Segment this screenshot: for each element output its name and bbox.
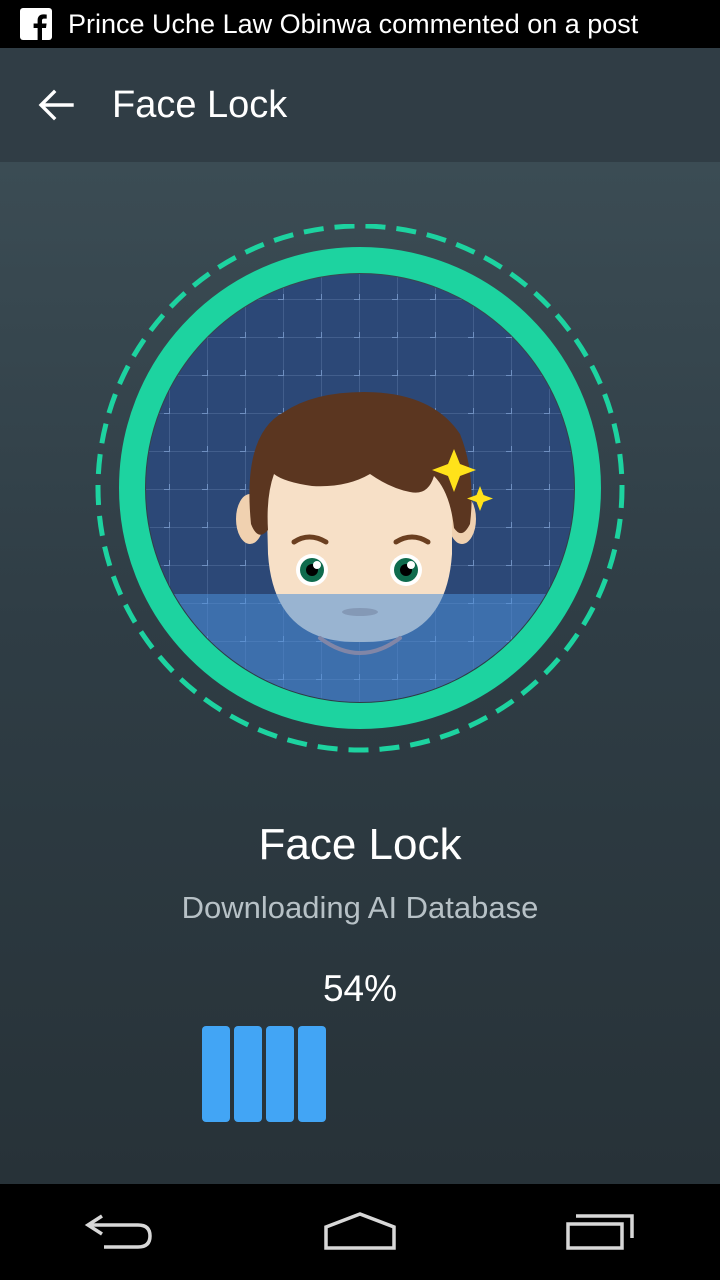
app-bar: Face Lock bbox=[0, 48, 720, 162]
main-content: Face Lock Downloading AI Database 54% bbox=[0, 162, 720, 1184]
facebook-icon bbox=[20, 8, 52, 40]
progress-segment bbox=[266, 1026, 294, 1122]
nav-back-icon[interactable] bbox=[65, 1202, 175, 1262]
progress-percent: 54% bbox=[322, 968, 398, 1009]
app-bar-title: Face Lock bbox=[112, 83, 288, 126]
notification-text: Prince Uche Law Obinwa commented on a po… bbox=[68, 8, 639, 39]
status-subtitle: Downloading AI Database bbox=[181, 890, 539, 925]
progress-segment bbox=[298, 1026, 326, 1122]
nav-recents-icon[interactable] bbox=[545, 1202, 655, 1262]
nav-home-icon[interactable] bbox=[305, 1202, 415, 1262]
progress-segment bbox=[234, 1026, 262, 1122]
status-bar: Prince Uche Law Obinwa commented on a po… bbox=[0, 0, 720, 48]
back-arrow-icon[interactable] bbox=[36, 85, 76, 125]
face-scan-illustration bbox=[94, 223, 626, 756]
page-title: Face Lock bbox=[258, 820, 462, 869]
progress-segment bbox=[202, 1026, 230, 1122]
progress-bar bbox=[202, 1026, 518, 1122]
navigation-bar bbox=[0, 1184, 720, 1280]
